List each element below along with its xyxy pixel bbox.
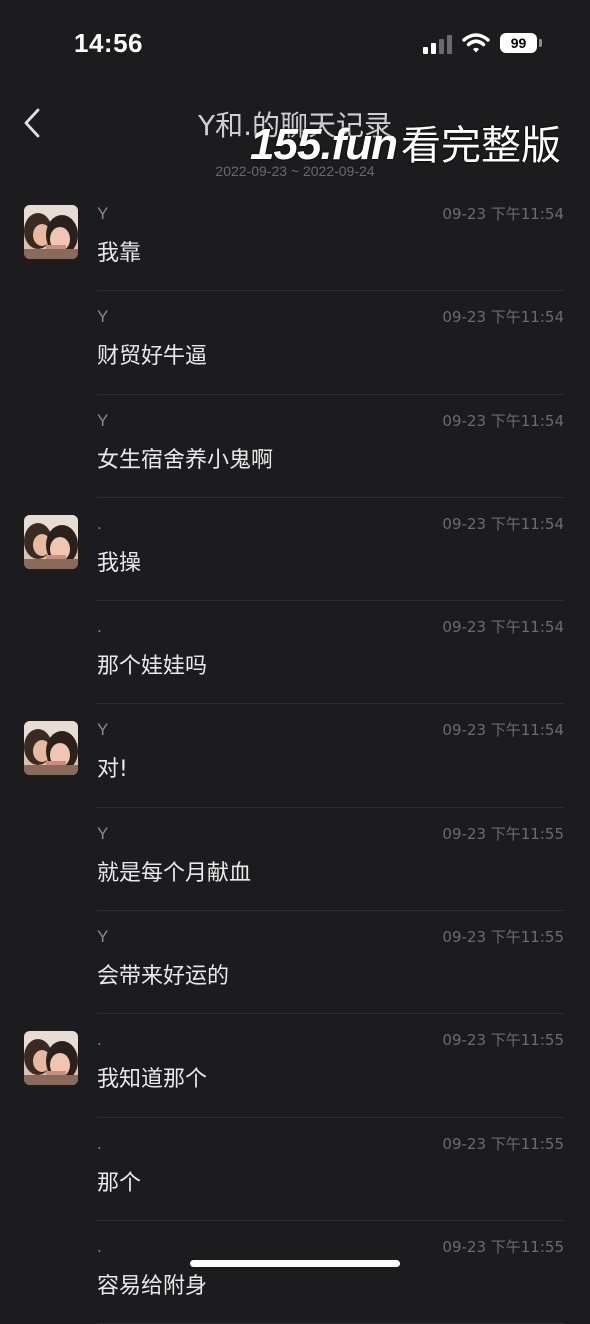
cellular-signal-icon — [423, 34, 453, 54]
message-text: 我知道那个 — [97, 1067, 208, 1093]
status-time: 14:56 — [74, 28, 143, 58]
message-sender: . — [97, 1133, 102, 1153]
message-sender: Y — [97, 204, 109, 223]
message-row[interactable]: . 09-23 下午11:55 容易给附身 — [0, 1221, 590, 1324]
message-text: 我操 — [97, 550, 142, 576]
wifi-icon — [462, 33, 490, 53]
message-row[interactable]: . 09-23 下午11:54 我操 — [0, 498, 590, 602]
message-sender: Y — [97, 410, 109, 430]
message-sender: . — [97, 617, 102, 637]
status-bar: 14:56 99 — [0, 0, 590, 88]
message-timestamp: 09-23 下午11:54 — [442, 618, 564, 637]
message-row[interactable]: . 09-23 下午11:55 那个 — [0, 1118, 590, 1221]
message-timestamp: 09-23 下午11:55 — [442, 824, 564, 843]
message-timestamp: 09-23 下午11:55 — [442, 1237, 564, 1256]
message-timestamp: 09-23 下午11:55 — [442, 928, 564, 947]
avatar[interactable] — [24, 721, 78, 776]
message-text: 容易给附身 — [97, 1273, 208, 1299]
battery-icon: 99 — [500, 33, 537, 53]
message-row[interactable]: Y 09-23 下午11:54 财贸好牛逼 — [0, 291, 590, 395]
message-row[interactable]: Y 09-23 下午11:54 女生宿舍养小鬼啊 — [0, 395, 590, 498]
message-sender: . — [97, 1030, 102, 1050]
message-list[interactable]: Y 09-23 下午11:54 我靠 Y 09-23 下午11:54 财贸好牛逼 Y 09-2… — [0, 188, 590, 1324]
message-row[interactable]: Y 09-23 下午11:55 会带来好运的 — [0, 911, 590, 1015]
message-timestamp: 09-23 下午11:54 — [442, 308, 564, 327]
message-sender: Y — [97, 823, 109, 843]
message-sender: . — [97, 513, 102, 533]
message-sender: Y — [97, 307, 109, 327]
message-timestamp: 09-23 下午11:54 — [442, 411, 564, 430]
message-row[interactable]: Y 09-23 下午11:54 我靠 — [0, 188, 590, 292]
message-text: 对! — [97, 757, 128, 783]
message-timestamp: 09-23 下午11:55 — [442, 1134, 564, 1153]
message-row[interactable]: Y 09-23 下午11:54 对! — [0, 704, 590, 808]
message-row[interactable]: Y 09-23 下午11:55 就是每个月献血 — [0, 808, 590, 912]
message-text: 我靠 — [97, 241, 142, 266]
message-timestamp: 09-23 下午11:54 — [442, 721, 564, 740]
watermark-overlay: 155.fun 看完整版 — [250, 113, 561, 169]
message-timestamp: 09-23 下午11:54 — [442, 205, 564, 223]
message-text: 那个娃娃吗 — [97, 654, 208, 680]
message-sender: Y — [97, 927, 109, 947]
message-text: 就是每个月献血 — [97, 860, 252, 886]
watermark-domain: 155.fun — [250, 120, 398, 169]
message-sender: . — [97, 1236, 102, 1256]
message-text: 女生宿舍养小鬼啊 — [97, 447, 274, 473]
message-row[interactable]: . 09-23 下午11:55 我知道那个 — [0, 1014, 590, 1118]
avatar[interactable] — [24, 514, 78, 569]
message-text: 会带来好运的 — [97, 964, 230, 990]
message-timestamp: 09-23 下午11:54 — [442, 514, 564, 533]
battery-tip — [539, 39, 542, 47]
watermark-text: 看完整版 — [401, 123, 562, 169]
message-row[interactable]: . 09-23 下午11:54 那个娃娃吗 — [0, 601, 590, 705]
message-text: 财贸好牛逼 — [97, 344, 208, 370]
message-text: 那个 — [97, 1170, 142, 1196]
home-indicator[interactable] — [190, 1260, 400, 1267]
avatar[interactable] — [24, 1031, 78, 1086]
avatar[interactable] — [24, 205, 78, 259]
message-timestamp: 09-23 下午11:55 — [442, 1031, 564, 1050]
message-sender: Y — [97, 720, 109, 740]
